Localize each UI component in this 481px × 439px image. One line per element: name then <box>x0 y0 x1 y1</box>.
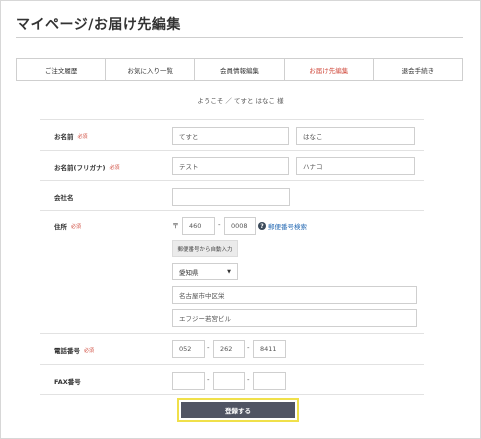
fax-dash-2: - <box>247 376 250 384</box>
name-label-text: お名前 <box>54 133 74 141</box>
tab-member-info[interactable]: 会員情報編集 <box>195 59 285 80</box>
required-badge: 必須 <box>84 347 95 354</box>
prefecture-select[interactable]: 愛知県 ▼ <box>172 263 238 280</box>
phone-label: 電話番号 必須 <box>54 345 94 355</box>
submit-focus-ring: 登録する <box>177 398 299 422</box>
phone-dash-2: - <box>247 344 250 352</box>
last-name-kana-input[interactable]: テスト <box>172 157 289 175</box>
phone-first-input[interactable]: 052 <box>172 340 205 358</box>
tab-favorites[interactable]: お気に入り一覧 <box>106 59 196 80</box>
fax-label: FAX番号 <box>54 376 81 386</box>
address-row: 住所 必須 〒 460 - 0008 ? 郵便番号検索 郵便番号から自動入力 愛… <box>40 210 424 333</box>
phone-dash-1: - <box>207 344 210 352</box>
tab-delivery-address[interactable]: お届け先編集 <box>285 59 374 80</box>
fax-label-text: FAX番号 <box>54 378 81 386</box>
building-input[interactable]: エフジー若宮ビル <box>172 309 417 327</box>
phone-label-text: 電話番号 <box>54 347 80 355</box>
company-label-text: 会社名 <box>54 194 74 202</box>
mypage-tabs: ご注文履歴 お気に入り一覧 会員情報編集 お届け先編集 退会手続き <box>16 58 463 81</box>
name-label: お名前 必須 <box>54 131 88 141</box>
address-label: 住所 必須 <box>54 221 81 231</box>
name-row: お名前 必須 てすと はなこ <box>40 119 424 150</box>
address-form: お名前 必須 てすと はなこ お名前(フリガナ) 必須 テスト ハナコ 会社名 … <box>40 119 424 395</box>
fax-row: FAX番号 - - <box>40 364 424 395</box>
zip-search-link[interactable]: 郵便番号検索 <box>268 221 307 231</box>
company-input[interactable] <box>172 188 290 206</box>
fax-third-input[interactable] <box>253 372 286 390</box>
auto-fill-address-button[interactable]: 郵便番号から自動入力 <box>172 240 238 257</box>
tab-order-history[interactable]: ご注文履歴 <box>17 59 107 80</box>
phone-third-input[interactable]: 8411 <box>253 340 286 358</box>
zip-mark: 〒 <box>172 222 179 230</box>
fax-second-input[interactable] <box>213 372 245 390</box>
welcome-message: ようこそ ／ てすと はなこ 様 <box>197 97 284 105</box>
city-input[interactable]: 名古屋市中区栄 <box>172 286 417 304</box>
fax-dash-1: - <box>207 376 210 384</box>
phone-row: 電話番号 必須 052 - 262 - 8411 <box>40 333 424 364</box>
prefecture-value: 愛知県 <box>179 268 199 277</box>
zip-code-first-input[interactable]: 460 <box>182 217 215 235</box>
first-name-input[interactable]: はなこ <box>296 127 415 145</box>
page-title: マイページ/お届け先編集 <box>16 17 181 33</box>
phone-second-input[interactable]: 262 <box>213 340 245 358</box>
company-label: 会社名 <box>54 192 74 202</box>
kana-label-text: お名前(フリガナ) <box>54 164 106 172</box>
address-label-text: 住所 <box>54 223 67 231</box>
required-badge: 必須 <box>109 164 120 171</box>
register-button[interactable]: 登録する <box>181 402 295 418</box>
fax-first-input[interactable] <box>172 372 205 390</box>
required-badge: 必須 <box>71 223 82 230</box>
company-row: 会社名 <box>40 180 424 210</box>
last-name-input[interactable]: てすと <box>172 127 289 145</box>
title-divider <box>16 37 463 38</box>
first-name-kana-input[interactable]: ハナコ <box>296 157 415 175</box>
zip-code-second-input[interactable]: 0008 <box>224 217 256 235</box>
required-badge: 必須 <box>77 133 88 140</box>
question-icon: ? <box>258 222 266 230</box>
zip-dash: - <box>218 221 221 229</box>
chevron-down-icon: ▼ <box>227 268 231 275</box>
kana-label: お名前(フリガナ) 必須 <box>54 162 119 172</box>
kana-row: お名前(フリガナ) 必須 テスト ハナコ <box>40 150 424 180</box>
tab-withdraw[interactable]: 退会手続き <box>374 59 462 80</box>
